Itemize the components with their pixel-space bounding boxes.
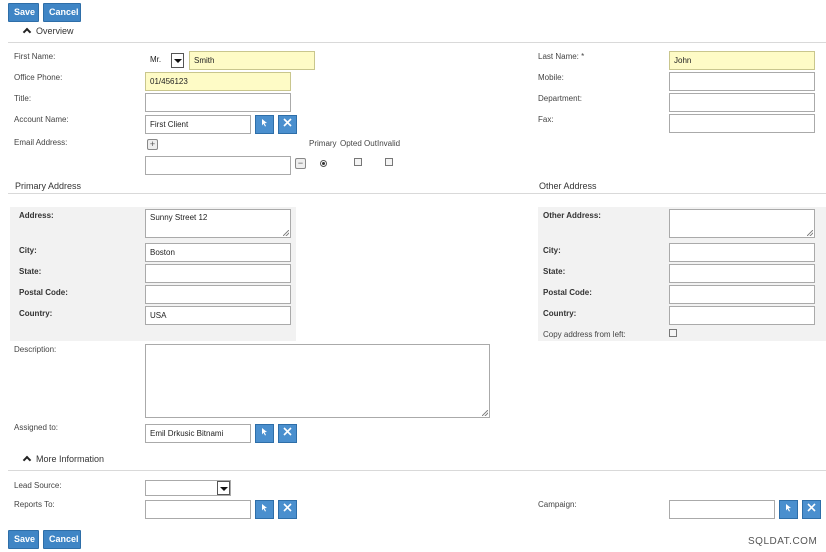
resize-handle-icon[interactable] (283, 230, 289, 236)
select-account-button[interactable] (255, 115, 274, 134)
last-name-input[interactable]: John (669, 51, 815, 70)
reports-to-label: Reports To: (14, 500, 55, 509)
plus-icon[interactable]: + (147, 139, 158, 150)
more-info-divider (8, 470, 826, 471)
salutation-select[interactable]: Mr. (146, 53, 172, 69)
first-name-label: First Name: (14, 52, 56, 61)
clear-user-button[interactable] (278, 424, 297, 443)
first-name-input[interactable]: Smith (189, 51, 315, 70)
title-input[interactable] (145, 93, 291, 112)
clear-reports-to-button[interactable] (278, 500, 297, 519)
other-address-textarea[interactable] (669, 209, 815, 238)
cancel-button-bottom[interactable]: Cancel (43, 530, 81, 549)
select-arrow-icon (262, 428, 267, 436)
select-arrow-icon (786, 504, 791, 512)
clear-x-icon (283, 503, 292, 512)
reports-to-input[interactable] (145, 500, 251, 519)
address-value: Sunny Street 12 (150, 213, 208, 222)
address-divider (8, 193, 826, 194)
state-label: State: (19, 267, 42, 276)
email-primary-label: Primary (309, 139, 337, 148)
campaign-input[interactable] (669, 500, 775, 519)
department-label: Department: (538, 94, 583, 103)
account-name-label: Account Name: (14, 115, 69, 124)
mobile-label: Mobile: (538, 73, 564, 82)
clear-x-icon (283, 427, 292, 436)
email-invalid-label: Invalid (377, 139, 401, 148)
clear-account-button[interactable] (278, 115, 297, 134)
more-information-title[interactable]: More Information (36, 454, 104, 464)
other-state-label: State: (543, 267, 566, 276)
other-postal-code-input[interactable] (669, 285, 815, 304)
select-arrow-icon (262, 119, 267, 127)
select-arrow-icon[interactable] (171, 53, 184, 68)
select-arrow-icon (262, 504, 267, 512)
description-label: Description: (14, 345, 57, 354)
fax-label: Fax: (538, 115, 554, 124)
chevron-up-icon[interactable] (22, 455, 32, 465)
other-state-input[interactable] (669, 264, 815, 283)
state-input[interactable] (145, 264, 291, 283)
overview-divider (8, 42, 826, 43)
chevron-up-icon[interactable] (22, 27, 32, 37)
city-input[interactable]: Boston (145, 243, 291, 262)
select-campaign-button[interactable] (779, 500, 798, 519)
lead-source-label: Lead Source: (14, 481, 62, 490)
clear-campaign-button[interactable] (802, 500, 821, 519)
other-city-label: City: (543, 246, 561, 255)
minus-icon[interactable]: − (295, 158, 306, 169)
resize-handle-icon[interactable] (482, 410, 488, 416)
country-label: Country: (19, 309, 53, 318)
office-phone-label: Office Phone: (14, 73, 63, 82)
description-textarea[interactable] (145, 344, 490, 418)
primary-address-title: Primary Address (15, 181, 82, 191)
copy-address-checkbox[interactable] (669, 329, 677, 337)
copy-address-label: Copy address from left: (543, 330, 626, 339)
city-label: City: (19, 246, 37, 255)
office-phone-input[interactable]: 01/456123 (145, 72, 291, 91)
clear-x-icon (807, 503, 816, 512)
assigned-to-label: Assigned to: (14, 423, 59, 432)
postal-code-input[interactable] (145, 285, 291, 304)
overview-title[interactable]: Overview (36, 26, 74, 36)
email-label: Email Address: (14, 138, 68, 147)
email-opted-out-checkbox[interactable] (354, 158, 362, 166)
resize-handle-icon[interactable] (807, 230, 813, 236)
account-name-input[interactable]: First Client (145, 115, 251, 134)
select-reports-to-button[interactable] (255, 500, 274, 519)
title-label: Title: (14, 94, 32, 103)
other-country-input[interactable] (669, 306, 815, 325)
other-country-label: Country: (543, 309, 577, 318)
other-address-label: Other Address: (543, 211, 601, 220)
other-address-title: Other Address (539, 181, 597, 191)
last-name-label: Last Name: * (538, 52, 585, 61)
fax-input[interactable] (669, 114, 815, 133)
country-input[interactable]: USA (145, 306, 291, 325)
address-label: Address: (19, 211, 54, 220)
mobile-input[interactable] (669, 72, 815, 91)
other-postal-code-label: Postal Code: (543, 288, 592, 297)
watermark: SQLDAT.COM (748, 536, 818, 547)
postal-code-label: Postal Code: (19, 288, 68, 297)
email-input[interactable] (145, 156, 291, 175)
department-input[interactable] (669, 93, 815, 112)
email-opted-out-label: Opted Out (340, 139, 377, 148)
address-textarea[interactable]: Sunny Street 12 (145, 209, 291, 238)
save-button-top[interactable]: Save (8, 3, 39, 22)
assigned-to-input[interactable]: Emil Drkusic Bitnami (145, 424, 251, 443)
cancel-button-top[interactable]: Cancel (43, 3, 81, 22)
select-arrow-icon[interactable] (217, 481, 230, 495)
email-primary-radio[interactable] (320, 160, 327, 167)
email-invalid-checkbox[interactable] (385, 158, 393, 166)
save-button-bottom[interactable]: Save (8, 530, 39, 549)
campaign-label: Campaign: (538, 500, 577, 509)
clear-x-icon (283, 118, 292, 127)
select-user-button[interactable] (255, 424, 274, 443)
other-city-input[interactable] (669, 243, 815, 262)
